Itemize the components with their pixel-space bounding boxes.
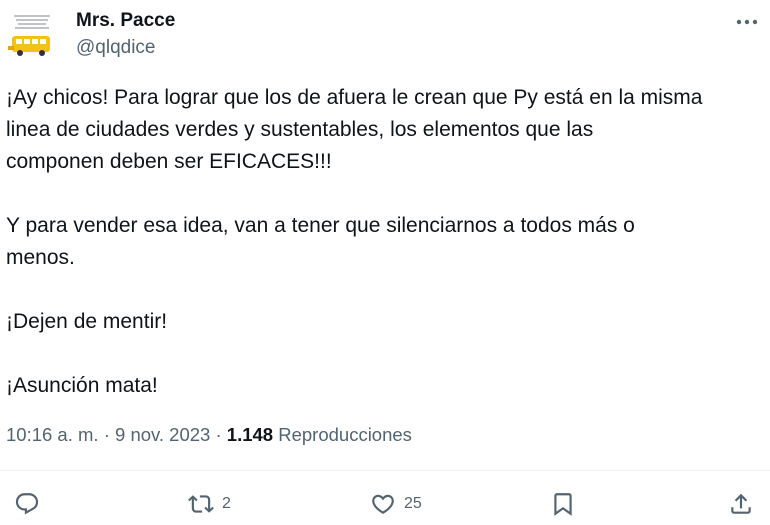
meta-separator: · [210, 424, 227, 445]
repost-button[interactable]: 2 [188, 484, 231, 524]
bookmark-icon [554, 493, 572, 516]
views-label: Reproducciones [273, 424, 412, 445]
tweet-time[interactable]: 10:16 a. m. [6, 424, 99, 445]
tweet-date[interactable]: 9 nov. 2023 [115, 424, 210, 445]
more-icon [736, 19, 758, 25]
like-count: 25 [404, 495, 422, 512]
divider [0, 470, 770, 471]
reply-button[interactable] [14, 484, 40, 524]
tweet-meta: 10:16 a. m. · 9 nov. 2023 · 1.148 Reprod… [6, 424, 412, 446]
action-bar: 2 25 [0, 484, 770, 524]
share-button[interactable] [728, 484, 754, 524]
tweet-paragraph: ¡Ay chicos! Para lograr que los de afuer… [6, 86, 703, 173]
repost-icon [188, 495, 214, 513]
bookmark-button[interactable] [550, 484, 576, 524]
avatar[interactable] [6, 10, 58, 62]
heart-icon [372, 494, 394, 514]
views-count: 1.148 [226, 424, 274, 445]
share-icon [731, 493, 751, 514]
avatar-logo-bus [6, 10, 58, 62]
reply-icon [15, 493, 39, 515]
like-button[interactable]: 25 [370, 484, 422, 524]
tweet-header: Mrs. Pacce @qlqdice [0, 0, 770, 72]
tweet-text: ¡Ay chicos! Para lograr que los de afuer… [6, 82, 766, 402]
display-name[interactable]: Mrs. Pacce [76, 10, 175, 32]
repost-count: 2 [222, 495, 231, 512]
user-handle[interactable]: @qlqdice [76, 37, 156, 59]
tweet-paragraph: Y para vender esa idea, van a tener que … [6, 214, 635, 269]
more-options-button[interactable] [730, 8, 764, 36]
tweet-paragraph: ¡Asunción mata! [6, 374, 158, 397]
meta-separator: · [98, 424, 116, 445]
tweet-paragraph: ¡Dejen de mentir! [6, 310, 168, 333]
